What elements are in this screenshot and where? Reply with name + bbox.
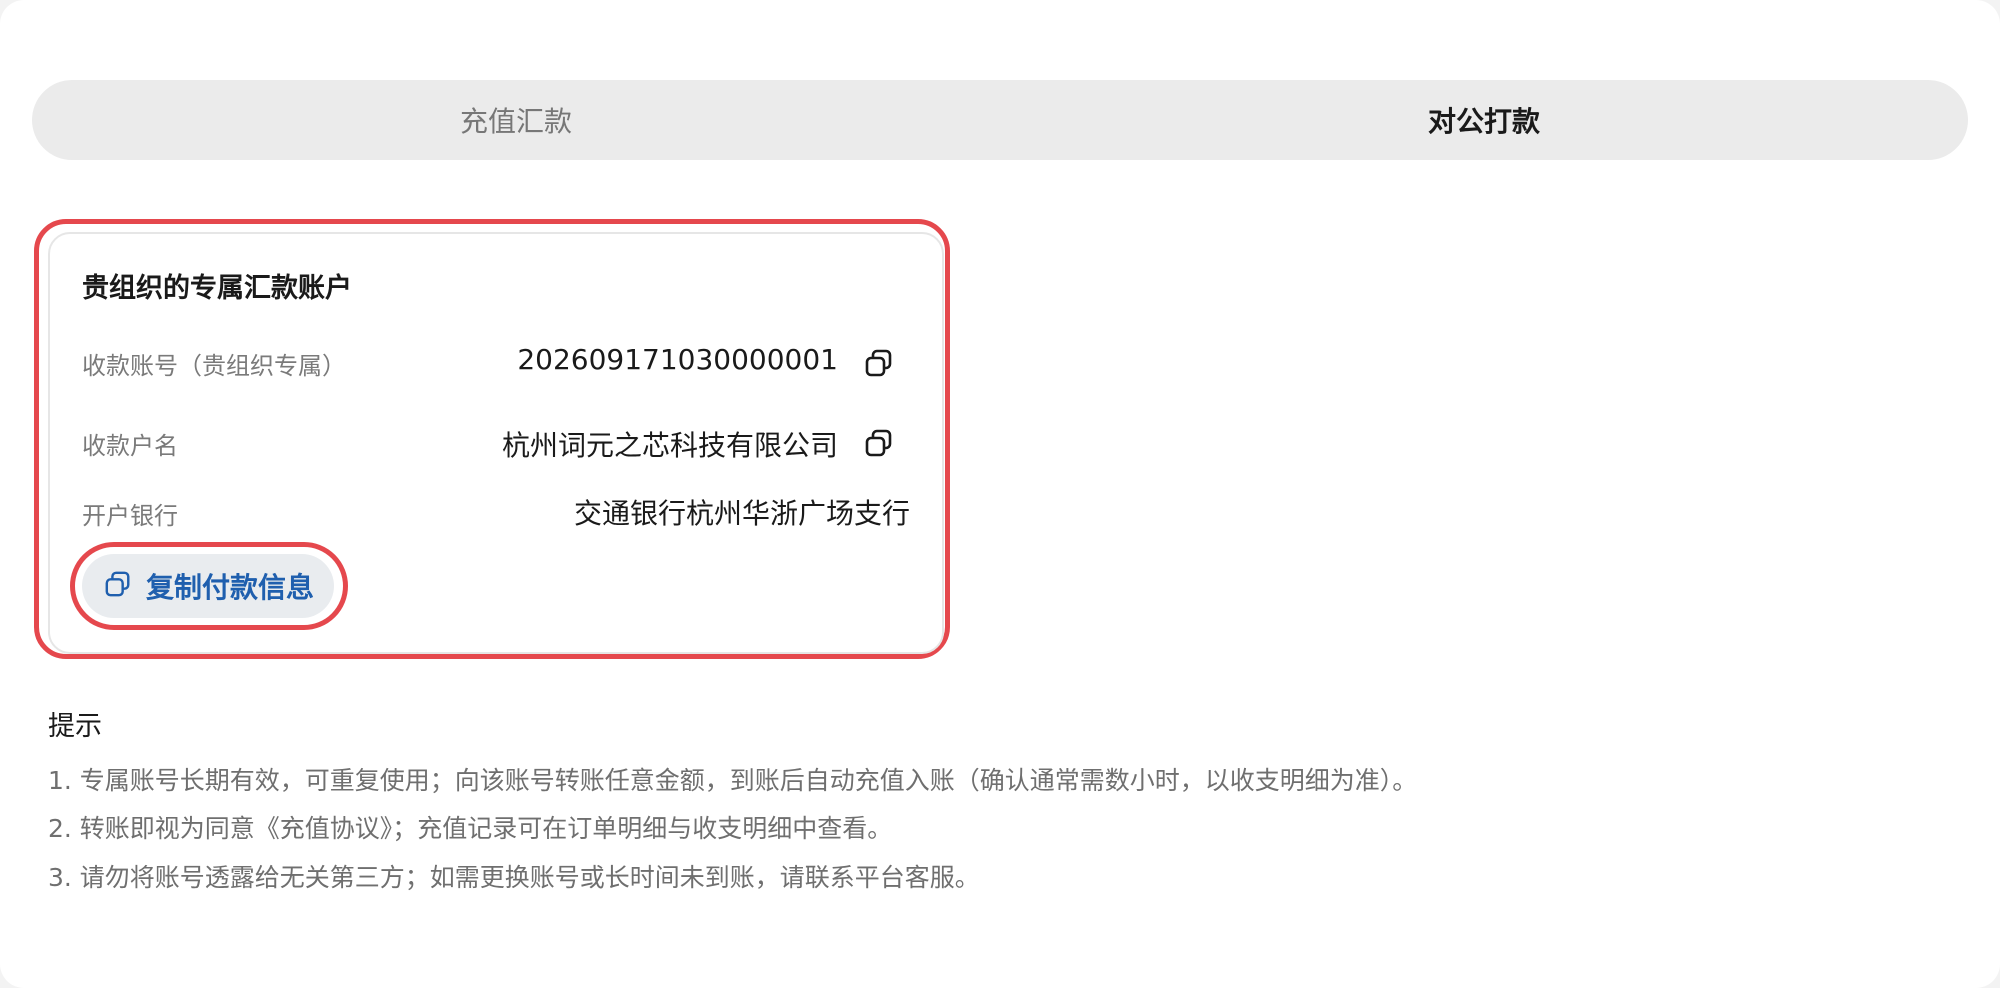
tip-item: 1. 专属账号长期有效，可重复使用；向该账号转账任意金额，到账后自动充值入账（确… — [48, 766, 1418, 795]
copy-icon[interactable] — [864, 348, 894, 378]
tab-recharge-remittance[interactable]: 充值汇款 — [32, 80, 1000, 160]
copy-payment-info-button[interactable]: 复制付款信息 — [82, 554, 334, 618]
copy-icon[interactable] — [864, 428, 894, 458]
tab-corporate-transfer[interactable]: 对公打款 — [1000, 80, 1968, 160]
tips-title: 提示 — [48, 711, 102, 742]
copy-icon — [104, 570, 132, 602]
account-name-value: 杭州词元之芯科技有限公司 — [501, 429, 838, 462]
bank-value: 交通银行杭州华浙广场支行 — [573, 497, 910, 530]
tip-item: 3. 请勿将账号透露给无关第三方；如需更换账号或长时间未到账，请联系平台客服。 — [48, 863, 980, 892]
copy-payment-info-label: 复制付款信息 — [146, 571, 315, 604]
account-number-label: 收款账号（贵组织专属） — [82, 352, 346, 380]
card-title: 贵组织的专属汇款账户 — [82, 273, 352, 304]
account-name-label: 收款户名 — [82, 432, 178, 460]
tip-item: 2. 转账即视为同意《充值协议》；充值记录可在订单明细与收支明细中查看。 — [48, 814, 893, 843]
payment-method-tabs: 充值汇款 对公打款 — [32, 80, 1968, 160]
payment-panel: 充值汇款 对公打款 贵组织的专属汇款账户 收款账号（贵组织专属） 2026091… — [0, 0, 2000, 988]
account-number-value: 202609171030000001 — [517, 343, 838, 376]
bank-label: 开户银行 — [82, 502, 178, 530]
